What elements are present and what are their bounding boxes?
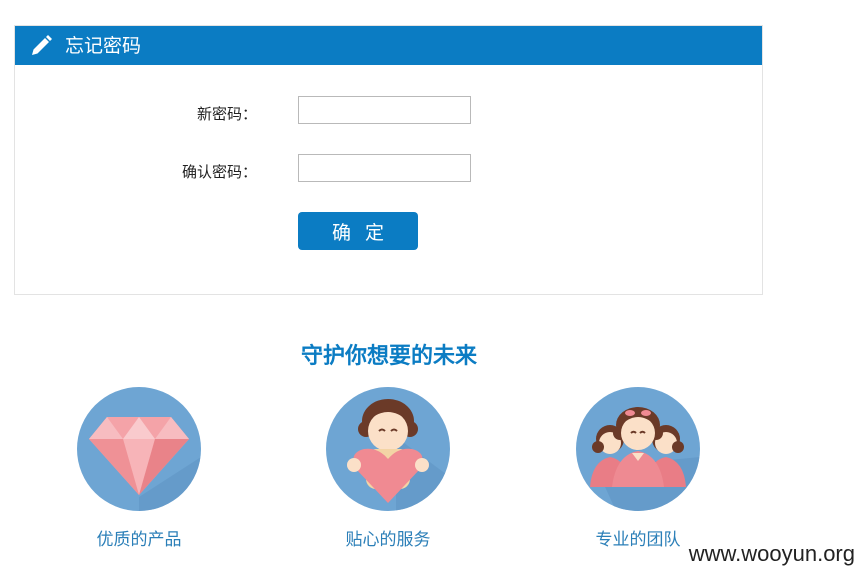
panel-title: 忘记密码 [65,35,142,57]
feature-quality-product: 优质的产品 [69,387,209,550]
confirm-password-input[interactable] [298,154,471,182]
feature-caption: 专业的团队 [595,530,681,550]
confirm-button[interactable]: 确定 [298,212,418,250]
pencil-icon [32,35,52,55]
feature-caption: 贴心的服务 [345,530,431,550]
team-icon [590,407,700,511]
heart-person-icon [347,399,450,511]
watermark: www.wooyun.org [688,541,855,566]
feature-caring-service: 贴心的服务 [318,387,458,550]
panel-header: 忘记密码 [15,26,762,65]
new-password-label: 新密码： [196,105,257,123]
diamond-icon [89,417,201,511]
feature-circle [77,387,201,511]
feature-circle [326,387,450,511]
slogan-heading: 守护你想要的未来 [300,344,477,369]
feature-professional-team: 专业的团队 [568,387,708,550]
confirm-password-label: 确认密码： [181,163,257,181]
page: 忘记密码 新密码： 确认密码： 确定 守护你想要的未来 优质的产品 贴心的服务 … [0,0,864,579]
feature-caption: 优质的产品 [96,530,182,550]
new-password-input[interactable] [298,96,471,124]
feature-circle [576,387,700,511]
forgot-password-panel: 忘记密码 新密码： 确认密码： 确定 [14,25,763,295]
